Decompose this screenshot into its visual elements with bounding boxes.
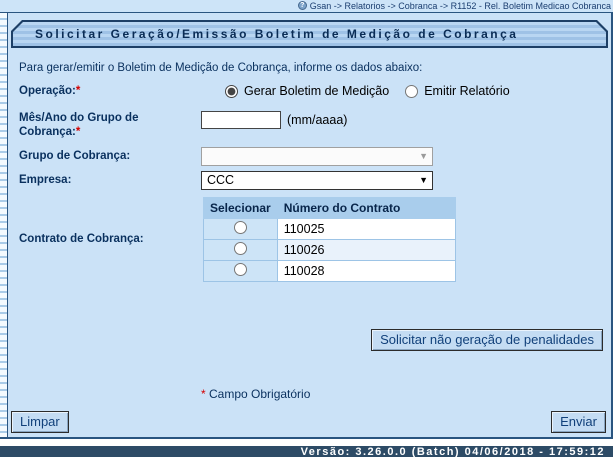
mes-ano-row: Mês/Ano do Grupo de Cobrança:* (mm/aaaa) (19, 111, 608, 140)
contract-number: 110028 (277, 260, 455, 281)
radio-emitir-relatorio[interactable] (405, 85, 418, 98)
required-asterisk: * (76, 126, 80, 138)
footer-bar: Versão: 3.26.0.0 (Batch) 04/06/2018 - 17… (0, 446, 613, 457)
table-row: 110026 (204, 239, 456, 260)
grupo-cobranca-select: ▼ (201, 147, 433, 166)
chevron-down-icon: ▼ (419, 151, 428, 161)
enviar-button[interactable]: Enviar (551, 411, 606, 433)
required-asterisk: * (201, 387, 206, 401)
breadcrumb: Gsan -> Relatorios -> Cobranca -> R1152 … (310, 1, 611, 11)
radio-gerar-boletim-label[interactable]: Gerar Boletim de Medição (244, 84, 389, 98)
radio-gerar-boletim[interactable] (225, 85, 238, 98)
form-panel: Solicitar Geração/Emissão Boletim de Med… (8, 13, 613, 437)
grupo-cobranca-label: Grupo de Cobrança: (19, 149, 201, 163)
required-note: * Campo Obrigatório (201, 387, 608, 401)
table-row: 110028 (204, 260, 456, 281)
contrato-cobranca-row: Contrato de Cobrança: Selecionar Número … (19, 197, 608, 282)
table-row: 110025 (204, 218, 456, 239)
contract-number: 110025 (277, 218, 455, 239)
table-header-row: Selecionar Número do Contrato (204, 197, 456, 218)
empresa-label: Empresa: (19, 173, 201, 187)
main-area: Solicitar Geração/Emissão Boletim de Med… (0, 13, 613, 439)
breadcrumb-bar: ? Gsan -> Relatorios -> Cobranca -> R115… (0, 0, 613, 13)
radio-emitir-relatorio-label[interactable]: Emitir Relatório (424, 84, 509, 98)
penalidades-row: Solicitar não geração de penalidades (11, 329, 603, 351)
contracts-table: Selecionar Número do Contrato 110025 110… (203, 197, 456, 282)
empresa-row: Empresa: CCC ▼ (19, 171, 608, 190)
operacao-row: Operação:* Gerar Boletim de Medição Emit… (19, 82, 608, 100)
grupo-cobranca-row: Grupo de Cobrança: ▼ (19, 147, 608, 166)
mes-ano-format-hint: (mm/aaaa) (287, 113, 347, 127)
mes-ano-label: Mês/Ano do Grupo de Cobrança:* (19, 111, 201, 140)
help-icon[interactable]: ? (298, 1, 307, 10)
contract-radio-110026[interactable] (234, 242, 247, 255)
solicitar-nao-geracao-penalidades-button[interactable]: Solicitar não geração de penalidades (371, 329, 603, 351)
contrato-cobranca-label: Contrato de Cobrança: (19, 232, 201, 246)
gsan-page: ? Gsan -> Relatorios -> Cobranca -> R115… (0, 0, 613, 457)
left-decorative-strip (0, 13, 8, 437)
header-selecionar: Selecionar (204, 197, 278, 218)
page-title: Solicitar Geração/Emissão Boletim de Med… (35, 27, 518, 41)
intro-text: Para gerar/emitir o Boletim de Medição d… (19, 62, 608, 74)
contract-number: 110026 (277, 239, 455, 260)
chevron-down-icon: ▼ (419, 175, 428, 185)
operacao-label: Operação:* (19, 84, 201, 98)
operacao-radio-group: Gerar Boletim de Medição Emitir Relatóri… (201, 84, 520, 98)
header-numero-contrato: Número do Contrato (277, 197, 455, 218)
limpar-button[interactable]: Limpar (11, 411, 69, 433)
required-asterisk: * (76, 85, 80, 97)
contract-radio-110025[interactable] (234, 221, 247, 234)
actions-row: Limpar Enviar (11, 411, 606, 433)
mes-ano-input[interactable] (201, 111, 281, 129)
page-title-bar: Solicitar Geração/Emissão Boletim de Med… (11, 20, 608, 48)
empresa-select[interactable]: CCC ▼ (201, 171, 433, 190)
contract-radio-110028[interactable] (234, 263, 247, 276)
required-note-text: Campo Obrigatório (209, 387, 310, 401)
version-text: Versão: 3.26.0.0 (Batch) 04/06/2018 - 17… (301, 446, 605, 457)
